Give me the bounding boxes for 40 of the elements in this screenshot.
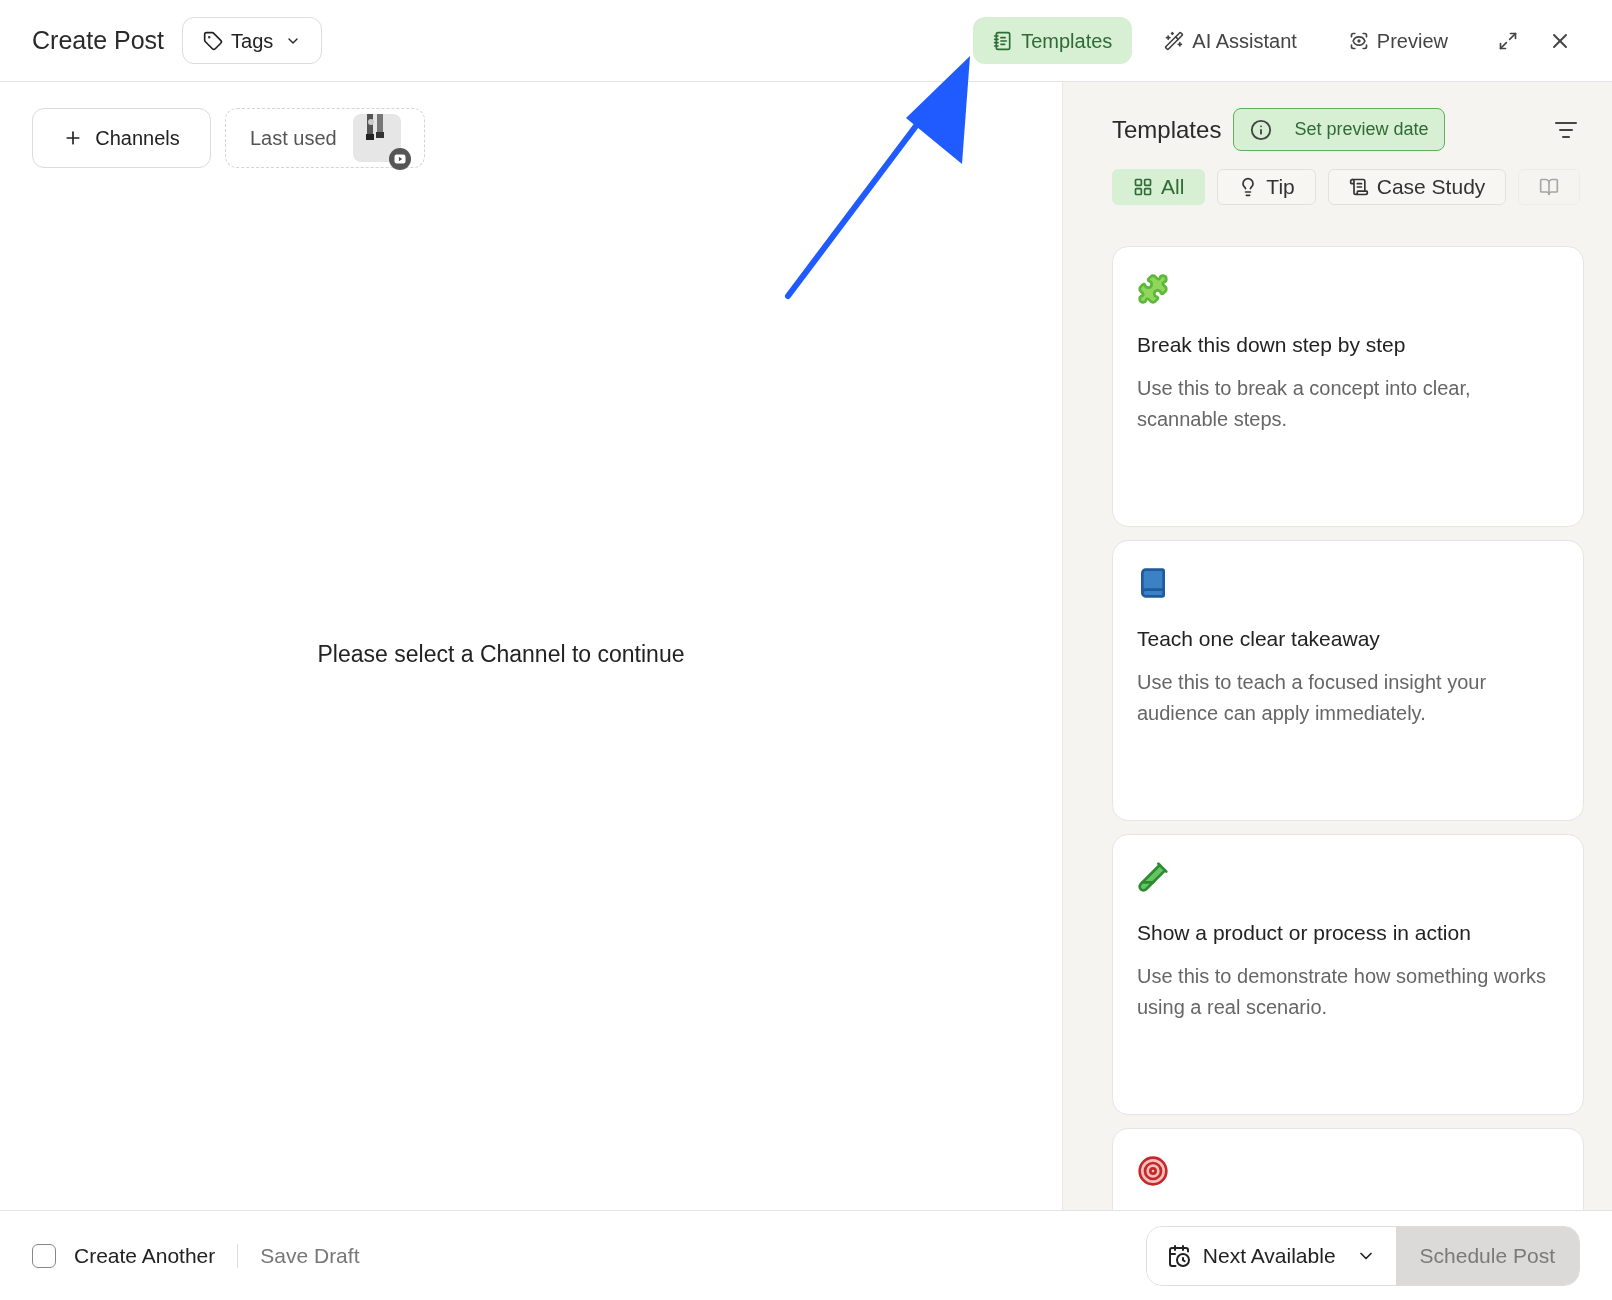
panel-title: Templates [1112, 114, 1222, 145]
card-description: Use this to teach a focused insight your audience can apply immediately. [1137, 669, 1488, 726]
info-icon [1250, 118, 1273, 141]
page-title: Create Post [32, 24, 164, 56]
category-tab[interactable]: Case Study [1327, 169, 1507, 205]
template-card[interactable]: Show a product or process in action Use this to demonstrate how something works using a real scenario. [1112, 834, 1584, 1115]
category-tab[interactable]: All [1112, 169, 1206, 205]
card-description: Use this to break a concept into clear, scannable steps. [1137, 375, 1472, 432]
toolbar-tab[interactable]: AI Assistant [1144, 17, 1317, 64]
create-another-checkbox[interactable] [32, 1243, 56, 1268]
empty-state-message: Please select a Channel to continue [317, 639, 685, 669]
scroll-icon [1348, 177, 1369, 197]
puzzle-icon [1137, 273, 1169, 305]
toolbar-tab[interactable]: Templates [973, 17, 1133, 64]
grid-icon [1133, 177, 1153, 197]
template-card[interactable]: Teach one clear takeaway Use this to teach a focused insight your audience can apply immediately. [1112, 540, 1584, 821]
last-used-channels[interactable]: Last used [225, 108, 425, 168]
book-icon [1539, 177, 1560, 197]
tags-dropdown[interactable]: Tags [182, 17, 323, 64]
test-tube-icon [1137, 861, 1169, 893]
category-tab[interactable]: Tip [1217, 169, 1316, 205]
eye-scan-icon [1348, 30, 1369, 51]
card-title: Teach one clear takeaway [1137, 626, 1381, 652]
expand-icon [1498, 30, 1518, 51]
card-title: Break this down step by step [1137, 332, 1407, 358]
toolbar-tab[interactable]: Preview [1328, 17, 1468, 64]
set-preview-date-button[interactable]: Set preview date [1233, 108, 1446, 151]
add-channels-button[interactable]: Channels [32, 108, 211, 168]
template-card[interactable]: Break this down step by step Use this to break a concept into clear, scannable steps. [1112, 246, 1584, 527]
card-title: Show a product or process in action [1137, 920, 1472, 946]
create-another-label: Create Another [74, 1242, 216, 1269]
calendar-clock-icon [1166, 1243, 1191, 1268]
tag-icon [203, 30, 223, 51]
video-badge-icon [388, 148, 411, 170]
target-icon [1137, 1155, 1169, 1187]
last-used-label: Last used [250, 126, 337, 151]
save-draft-button[interactable]: Save Draft [260, 1239, 360, 1272]
magic-wand-icon [1164, 30, 1185, 51]
notebook-icon [993, 30, 1014, 51]
card-description: Use this to demonstrate how something works using a real scenario. [1137, 963, 1548, 1020]
